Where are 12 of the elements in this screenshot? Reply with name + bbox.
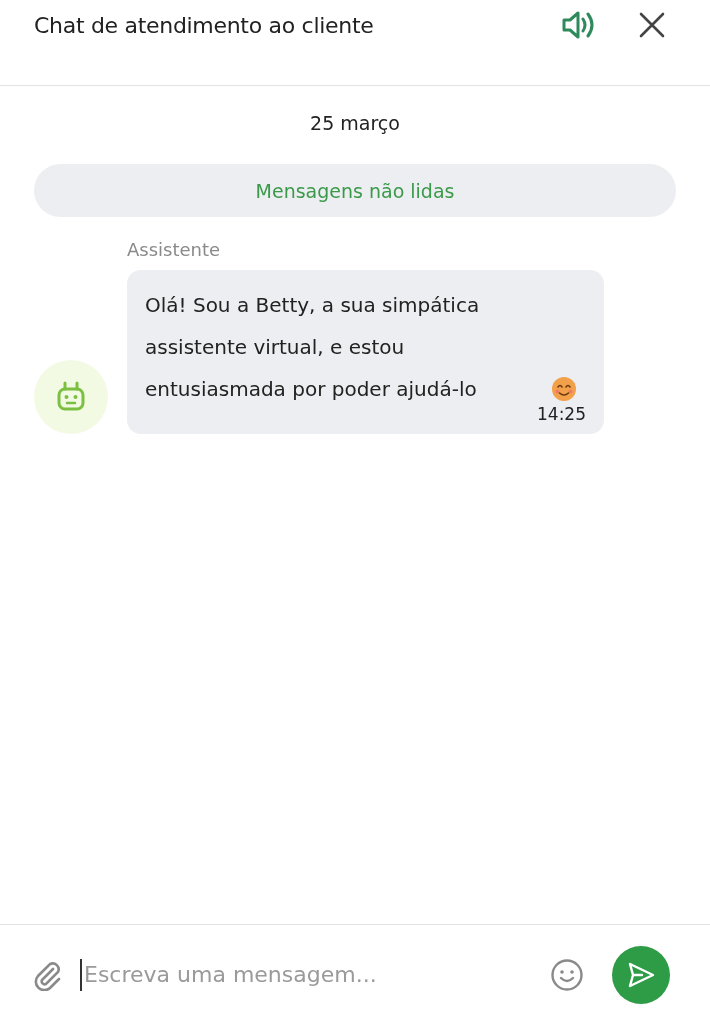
close-icon (639, 12, 665, 38)
sender-name: Assistente (127, 239, 222, 260)
smiley-icon (551, 376, 577, 402)
message-time: 14:25 (537, 404, 586, 424)
emoji-button[interactable] (549, 956, 585, 993)
message-text: Olá! Sou a Betty, a sua simpática assistente virtual, e estou entusiasmada por poder ajudá-lo (145, 292, 481, 403)
smiley-icon (550, 957, 584, 992)
unread-banner: Mensagens não lidas (34, 164, 676, 217)
date-label: 25 março (310, 112, 400, 134)
send-button[interactable] (612, 945, 670, 1004)
message-input[interactable]: Escreva uma mensagem... (80, 958, 529, 991)
window-title: Chat de atendimento ao cliente (34, 12, 375, 38)
